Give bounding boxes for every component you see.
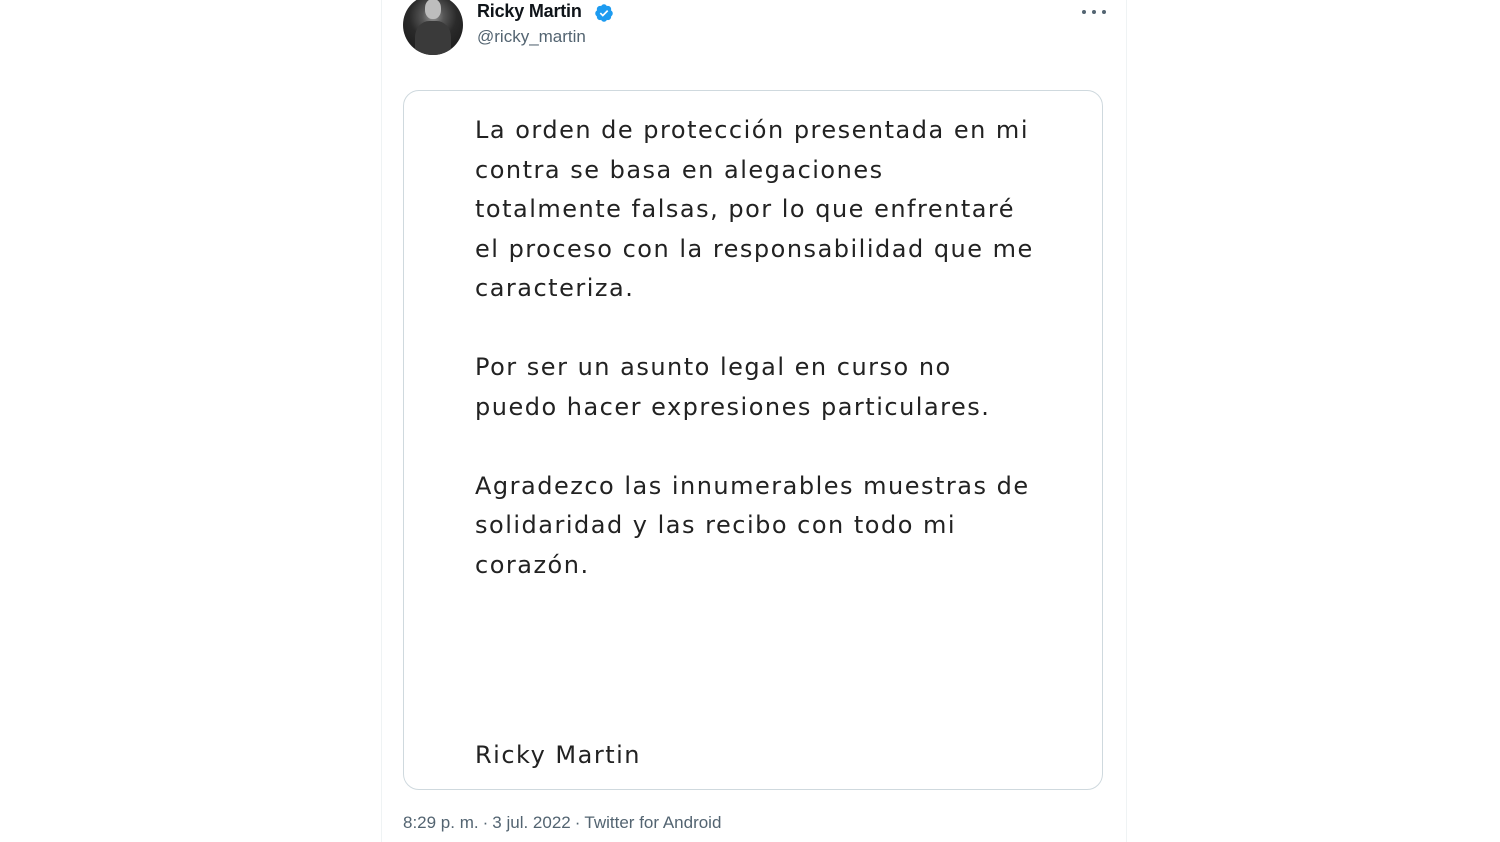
more-horizontal-icon[interactable] — [1082, 6, 1106, 18]
statement-paragraph-1: La orden de protección presentada en mi … — [475, 116, 1034, 302]
tweet-column: Ricky Martin @ricky_martin La orden de p… — [381, 0, 1127, 842]
verified-badge-icon — [595, 4, 613, 22]
tweet-meta: 8:29 p. m. · 3 jul. 2022 · Twitter for Andro… — [403, 813, 721, 833]
statement-signature: Ricky Martin — [475, 741, 641, 769]
tweet-time[interactable]: 8:29 p. m. — [403, 813, 479, 832]
statement-text: La orden de protección presentada en mi … — [475, 111, 1035, 585]
statement-paragraph-3: Agradezco las innumerables muestras de s… — [475, 471, 1030, 579]
more-dot — [1102, 10, 1106, 14]
author-handle[interactable]: @ricky_martin — [477, 27, 586, 47]
more-dot — [1082, 10, 1086, 14]
meta-separator: · — [482, 813, 489, 832]
more-dot — [1092, 10, 1096, 14]
author-avatar[interactable] — [403, 0, 463, 55]
tweet-page: Ricky Martin @ricky_martin La orden de p… — [0, 0, 1500, 842]
tweet-image-card[interactable]: La orden de protección presentada en mi … — [403, 90, 1103, 790]
meta-separator: · — [574, 813, 581, 832]
author-display-name[interactable]: Ricky Martin — [477, 1, 582, 22]
avatar-head — [425, 0, 441, 19]
tweet-source[interactable]: Twitter for Android — [584, 813, 721, 832]
statement-paragraph-2: Por ser un asunto legal en curso no pued… — [475, 353, 991, 421]
avatar-body — [415, 21, 451, 55]
tweet-date[interactable]: 3 jul. 2022 — [492, 813, 570, 832]
